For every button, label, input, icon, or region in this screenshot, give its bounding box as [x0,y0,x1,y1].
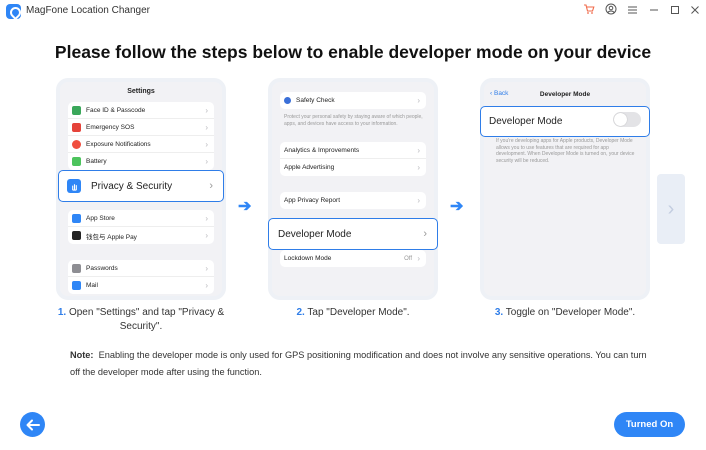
battery-icon [72,157,81,166]
sos-icon [72,122,81,132]
chevron-right-icon: › [205,281,208,290]
app-title: MagFone Location Changer [26,5,150,16]
chevron-right-icon: › [205,157,208,166]
chevron-right-icon: › [205,231,208,240]
chevron-right-icon: › [417,254,420,263]
chevron-right-icon: › [205,213,208,223]
list-item: 钱包与 Apple Pay › [68,227,214,244]
phone-privacy-screen: Safety Check › Protect your personal safe… [268,78,438,300]
arrow-left-icon [26,419,40,430]
title-bar: MagFone Location Changer [0,0,706,22]
developer-header: Developer Mode [539,91,591,98]
settings-header: Settings [127,88,155,95]
lockdown-group: Lockdown Mode Off › [280,250,426,267]
mail-icon [72,281,81,290]
settings-group-a: Face ID & Passcode › Emergency SOS › Expos… [68,102,214,170]
developer-mode-highlight: Developer Mode › [268,218,438,250]
chevron-right-icon: › [417,196,420,205]
chevron-right-icon: › [209,180,213,192]
app-store-icon [72,213,81,223]
chevron-right-icon: › [417,96,420,105]
settings-group-b: App Store › 钱包与 Apple Pay › [68,210,214,244]
list-item: Apple Advertising › [284,163,420,172]
analytics-group: Analytics & Improvements › Apple Advertis… [280,142,426,176]
page-heading: Please follow the steps below to enable … [54,42,652,62]
settings-group-c: Passwords › Mail › [68,260,214,294]
passwords-icon [72,263,81,273]
safety-check-group: Safety Check › [280,92,426,109]
back-button[interactable] [20,412,45,437]
turned-on-button[interactable]: Turned On [614,412,685,437]
arrow-right-icon: ➔ [238,198,252,215]
chevron-right-icon: › [205,263,208,273]
report-group: App Privacy Report › [280,192,426,209]
developer-description: If you're developing apps for Apple prod… [496,138,635,164]
privacy-security-highlight: Privacy & Security › [58,170,224,202]
chevron-right-icon: › [417,145,420,155]
wallet-icon [72,231,81,240]
people-icon [284,97,291,104]
exposure-icon [72,139,81,149]
list-item: Analytics & Improvements › [280,142,426,159]
close-icon[interactable] [688,3,702,19]
developer-mode-toggle-row: Developer Mode [480,106,650,137]
list-item: Safety Check › [280,92,426,109]
list-item: Emergency SOS › [68,119,214,136]
list-item: App Privacy Report › [284,196,420,205]
note-text: Note: Enabling the developer mode is onl… [70,350,647,377]
list-item: Mail › [68,277,214,294]
arrow-right-icon: ➔ [450,198,464,215]
chevron-right-icon: › [417,163,420,172]
next-page-chevron-icon[interactable]: › [657,174,685,244]
list-item: Passwords › [68,260,214,277]
safety-description: Protect your personal safety by staying … [284,114,423,127]
chevron-right-icon: › [205,122,208,132]
maximize-icon[interactable] [668,3,682,19]
chevron-right-icon: › [423,228,427,240]
face-id-icon [72,105,81,115]
developer-mode-toggle [613,112,641,127]
list-item: Face ID & Passcode › [68,102,214,119]
chevron-right-icon: › [205,105,208,115]
step-1-caption: 1. Open "Settings" and tap "Privacy & Se… [57,307,225,332]
account-icon[interactable] [604,3,618,19]
chevron-right-icon: › [205,139,208,149]
minimize-icon[interactable] [647,3,661,19]
app-logo-icon [6,4,21,19]
list-item: Lockdown Mode Off › [284,254,420,263]
step-3-caption: 3. Toggle on "Developer Mode". [494,307,636,318]
list-item: App Store › [68,210,214,227]
cart-icon[interactable] [582,3,596,19]
list-item: Battery › [68,153,214,170]
menu-icon[interactable] [625,3,639,19]
hand-icon [67,179,81,193]
step-2-caption: 2. Tap "Developer Mode". [296,307,410,318]
list-item: Exposure Notifications › [68,136,214,153]
